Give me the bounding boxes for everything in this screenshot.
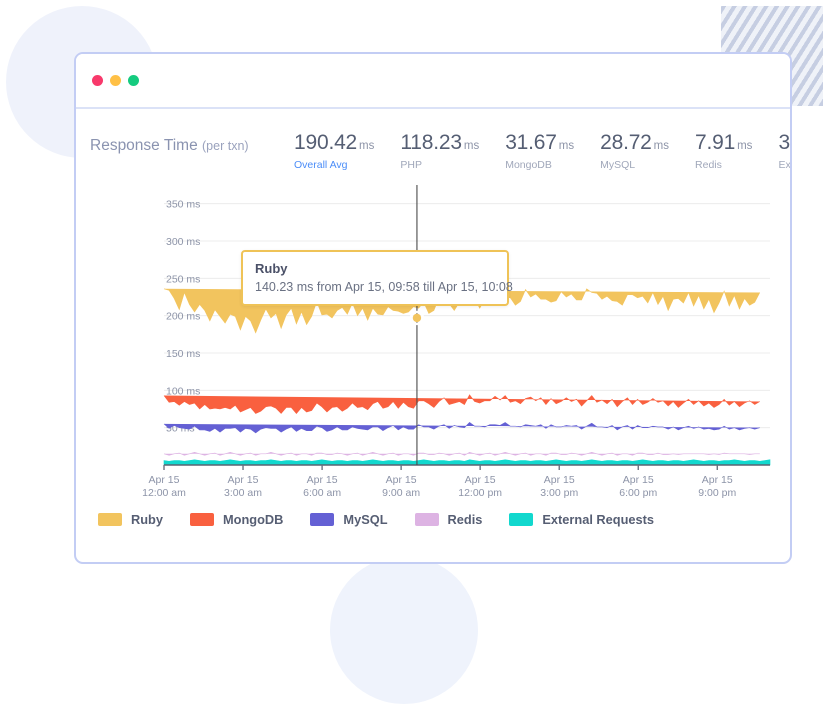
minimize-window-button[interactable] [110,75,121,86]
legend-swatch-icon [190,513,214,526]
browser-window: Response Time (per txn) 190.42msOverall … [74,52,792,564]
y-axis-tick-label: 200 ms [166,311,200,323]
metric-label: Redis [695,159,752,171]
legend-item-mongodb[interactable]: MongoDB [190,512,283,527]
tooltip-title: Ruby [255,261,495,276]
metric-label: MongoDB [505,159,574,171]
page-title-suffix: (per txn) [202,139,249,153]
metric-mongodb: 31.67ms MongoDB [505,131,600,171]
metric-value: 118.23 [400,131,461,154]
y-axis-tick-label: 300 ms [166,236,200,248]
metric-unit: ms [737,140,752,152]
legend-label: MongoDB [223,512,283,527]
x-axis-tick-date: Apr 15 [228,474,259,486]
area-series-external-requests [164,460,770,465]
x-axis-tick-date: Apr 15 [386,474,417,486]
x-axis-tick-time: 12:00 pm [458,487,502,499]
data-point-marker[interactable] [413,314,421,322]
metric-unit: ms [559,140,574,152]
area-series-mongodb [164,395,760,414]
metric-redis: 7.91ms Redis [695,131,778,171]
y-axis-tick-label: 150 ms [166,348,200,360]
stacked-area-chart[interactable]: 350 ms300 ms250 ms200 ms150 ms100 ms50 m… [76,177,790,499]
x-axis-tick-time: 9:00 am [382,487,420,499]
x-axis-tick-time: 3:00 am [224,487,262,499]
metric-label: External Requests [778,159,792,171]
x-axis-tick-time: 6:00 pm [619,487,657,499]
traffic-light-buttons [92,75,139,86]
page-title-text: Response Time [90,137,198,154]
x-axis-tick-date: Apr 15 [544,474,575,486]
response-time-header: Response Time (per txn) 190.42msOverall … [76,109,790,171]
legend-label: Ruby [131,512,163,527]
area-series-redis [164,452,760,455]
metric-label: PHP [400,159,479,171]
x-axis-tick-date: Apr 15 [149,474,180,486]
decor-circle-bottom [330,556,478,704]
metric-label: MySQL [600,159,669,171]
chart-legend: Ruby MongoDB MySQL Redis External Requests [76,512,790,527]
metric-overall-avg: 190.42ms Overall Avg [294,131,400,171]
metric-value: 31.67 [505,131,557,154]
legend-item-redis[interactable]: Redis [415,512,483,527]
legend-label: External Requests [542,512,654,527]
maximize-window-button[interactable] [128,75,139,86]
metric-label: Overall Avg [294,159,374,171]
y-axis-tick-label: 250 ms [166,273,200,285]
metric-php: 118.23ms PHP [400,131,505,171]
metric-value: 190.42 [294,131,357,154]
metric-external-requests: 3.9msExternal Requests [778,131,792,171]
page-title: Response Time (per txn) [90,131,294,155]
y-axis-tick-label: 350 ms [166,199,200,211]
metric-value: 3.9 [778,131,792,154]
legend-item-mysql[interactable]: MySQL [310,512,387,527]
legend-swatch-icon [310,513,334,526]
legend-swatch-icon [98,513,122,526]
close-window-button[interactable] [92,75,103,86]
x-axis-tick-date: Apr 15 [465,474,496,486]
metric-unit: ms [654,140,669,152]
y-axis-tick-label: 100 ms [166,385,200,397]
metric-unit: ms [464,140,479,152]
chart-tooltip: Ruby 140.23 ms from Apr 15, 09:58 till A… [241,250,509,306]
tooltip-detail: 140.23 ms from Apr 15, 09:58 till Apr 15… [255,280,495,294]
metric-value: 7.91 [695,131,735,154]
x-axis-tick-time: 6:00 am [303,487,341,499]
legend-label: Redis [448,512,483,527]
legend-swatch-icon [509,513,533,526]
x-axis-tick-time: 9:00 pm [698,487,736,499]
metric-unit: ms [359,140,374,152]
x-axis-tick-date: Apr 15 [702,474,733,486]
legend-label: MySQL [343,512,387,527]
x-axis-tick-date: Apr 15 [307,474,338,486]
x-axis-tick-time: 12:00 am [142,487,186,499]
chart-region[interactable]: 350 ms300 ms250 ms200 ms150 ms100 ms50 m… [76,177,790,499]
metric-value: 28.72 [600,131,652,154]
metric-mysql: 28.72ms MySQL [600,131,695,171]
metrics-row: 190.42msOverall Avg118.23msPHP31.67msMon… [294,131,792,171]
x-axis-tick-time: 3:00 pm [540,487,578,499]
legend-item-external-requests[interactable]: External Requests [509,512,654,527]
legend-item-ruby[interactable]: Ruby [98,512,163,527]
x-axis-tick-date: Apr 15 [623,474,654,486]
legend-swatch-icon [415,513,439,526]
window-title-bar [76,54,790,109]
